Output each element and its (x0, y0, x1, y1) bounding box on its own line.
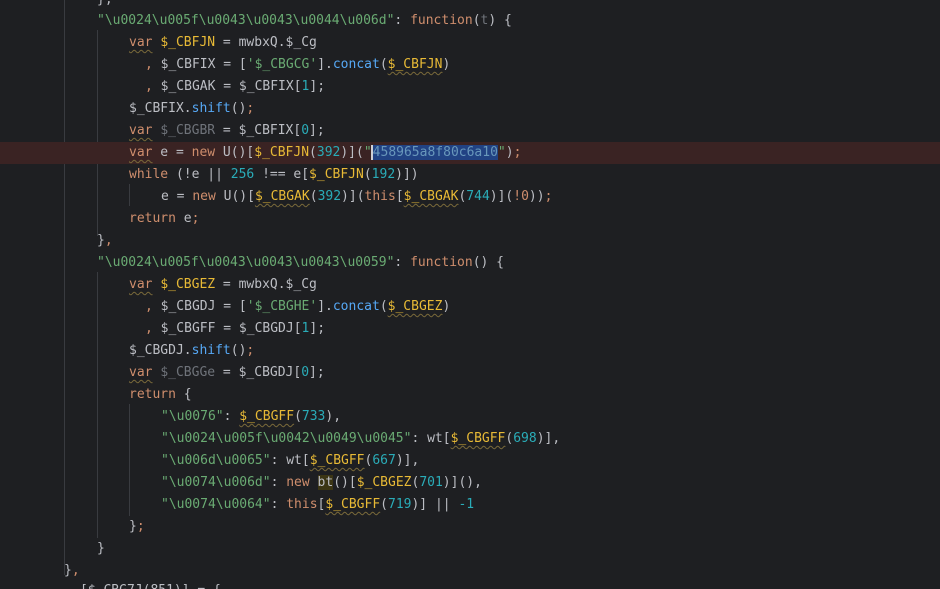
code-text: e = new U()[$_CBGAK(392)](this[$_CBGAK(7… (161, 189, 553, 204)
code-text: return { (129, 387, 192, 402)
code-text: "\u0024\u005f\u0043\u0043\u0043\u0059": … (97, 255, 505, 270)
code-text: , $_CBGAK = $_CBFIX[1]; (145, 79, 326, 94)
code-line[interactable]: "\u0024\u005f\u0043\u0043\u0043\u0059": … (0, 252, 940, 274)
code-text: var $_CBGBR = $_CBFIX[0]; (129, 123, 325, 138)
code-line[interactable]: $_CBFIX.shift(); (0, 98, 940, 120)
code-text: var $_CBFJN = mwbxQ.$_Cg (129, 35, 317, 50)
code-line[interactable]: , $_CBFIX = ['$_CBGCG'].concat($_CBFJN) (0, 54, 940, 76)
code-text: , $_CBFIX = ['$_CBGCG'].concat($_CBFJN) (145, 57, 451, 72)
code-text: $_CBGDJ.shift(); (129, 343, 255, 358)
code-text: }, (97, 233, 113, 248)
code-text: } (97, 541, 105, 556)
code-text: "\u0074\u006d": new bt()[$_CBGEZ(701)]()… (161, 475, 482, 490)
selected-string[interactable]: 458965a8f80c6a10 (370, 145, 498, 160)
code-line[interactable]: "\u0024\u005f\u0042\u0049\u0045": wt[$_C… (0, 428, 940, 450)
code-text: }; (129, 519, 145, 534)
code-line[interactable]: "\u0024\u005f\u0043\u0043\u0044\u006d": … (0, 10, 940, 32)
code-line[interactable]: $_CBGDJ.shift(); (0, 340, 940, 362)
code-line[interactable]: "\u0074\u0064": this[$_CBGFF(719)] || -1 (0, 494, 940, 516)
code-editor[interactable]: }, "\u0024\u005f\u0043\u0043\u0044\u006d… (0, 0, 940, 589)
code-line[interactable]: }, (0, 230, 940, 252)
current-code-line[interactable]: var e = new U()[$_CBFJN(392)]("458965a8f… (0, 142, 940, 164)
code-line[interactable]: } (0, 538, 940, 560)
code-text: "\u0074\u0064": this[$_CBGFF(719)] || -1 (161, 497, 475, 512)
code-text: "\u0024\u005f\u0043\u0043\u0044\u006d": … (97, 13, 512, 28)
code-line[interactable]: e = new U()[$_CBGAK(392)](this[$_CBGAK(7… (0, 186, 940, 208)
code-line[interactable]: }; (0, 516, 940, 538)
code-line[interactable]: [$_CBG7J(851)] = { (0, 580, 940, 589)
code-text: "\u0024\u005f\u0042\u0049\u0045": wt[$_C… (161, 431, 561, 446)
code-text: "\u006d\u0065": wt[$_CBGFF(667)], (161, 453, 420, 468)
code-line[interactable]: var $_CBGEZ = mwbxQ.$_Cg (0, 274, 940, 296)
code-text: $_CBFIX.shift(); (129, 101, 255, 116)
code-line[interactable]: }, (0, 560, 940, 582)
code-line[interactable]: var $_CBGBR = $_CBFIX[0]; (0, 120, 940, 142)
code-line[interactable]: "\u006d\u0065": wt[$_CBGFF(667)], (0, 450, 940, 472)
code-text: var e = new U()[$_CBFJN(392)]("458965a8f… (129, 145, 522, 160)
code-line[interactable]: return { (0, 384, 940, 406)
code-line[interactable]: return e; (0, 208, 940, 230)
code-text: while (!e || 256 !== e[$_CBFJN(192)]) (129, 167, 419, 182)
code-line[interactable]: , $_CBGDJ = ['$_CBGHE'].concat($_CBGEZ) (0, 296, 940, 318)
code-line[interactable]: while (!e || 256 !== e[$_CBFJN(192)]) (0, 164, 940, 186)
code-line[interactable]: "\u0074\u006d": new bt()[$_CBGEZ(701)]()… (0, 472, 940, 494)
code-text: return e; (129, 211, 200, 226)
code-text: [$_CBG7J(851)] = { (80, 580, 221, 589)
code-text: var $_CBGEZ = mwbxQ.$_Cg (129, 277, 317, 292)
code-line[interactable]: "\u0076": $_CBGFF(733), (0, 406, 940, 428)
code-line[interactable]: , $_CBGFF = $_CBGDJ[1]; (0, 318, 940, 340)
code-line[interactable]: var $_CBFJN = mwbxQ.$_Cg (0, 32, 940, 54)
code-text: "\u0076": $_CBGFF(733), (161, 409, 342, 424)
code-line[interactable]: var $_CBGGe = $_CBGDJ[0]; (0, 362, 940, 384)
code-line[interactable]: , $_CBGAK = $_CBFIX[1]; (0, 76, 940, 98)
code-text: }, (64, 563, 80, 578)
code-text: var $_CBGGe = $_CBGDJ[0]; (129, 365, 325, 380)
code-text: , $_CBGDJ = ['$_CBGHE'].concat($_CBGEZ) (145, 299, 451, 314)
code-text: , $_CBGFF = $_CBGDJ[1]; (145, 321, 326, 336)
